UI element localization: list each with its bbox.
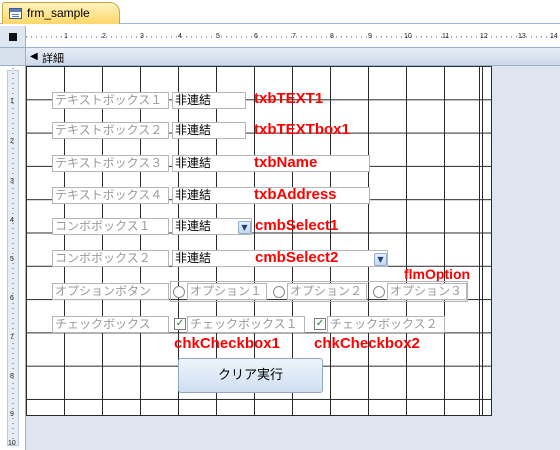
h-ruler-number: 1 — [64, 33, 68, 40]
v-ruler-number: 6 — [10, 295, 14, 302]
document-tab-label: frm_sample — [27, 6, 90, 20]
vertical-ruler[interactable]: 1 2 3 4 5 6 7 8 9 10 — [0, 48, 26, 450]
option2-label[interactable]: オプション２ — [287, 283, 367, 300]
check2-label[interactable]: チェックボックス２ — [327, 316, 445, 333]
h-ruler-number: 13 — [518, 33, 526, 40]
text1-annotation: txbTEXT1 — [254, 90, 324, 107]
detail-section-label: 詳細 — [42, 52, 64, 65]
text3-label[interactable]: テキストボックス３ — [52, 155, 169, 172]
h-ruler-number: 8 — [330, 33, 334, 40]
form-selector-box[interactable] — [0, 26, 26, 48]
v-ruler-number: 7 — [10, 334, 14, 341]
section-collapse-arrow-icon: ◀ — [30, 51, 38, 62]
combo1-label[interactable]: コンボボックス１ — [52, 218, 169, 235]
option1-radio[interactable] — [173, 286, 185, 298]
horizontal-ruler[interactable]: 1 2 3 4 5 6 7 8 9 10 11 12 13 14 — [26, 26, 560, 48]
form-icon — [9, 8, 22, 19]
text1-field[interactable]: 非連結 — [172, 92, 246, 109]
h-ruler-number: 12 — [480, 33, 488, 40]
document-tab[interactable]: frm_sample — [2, 2, 120, 24]
check-label[interactable]: チェックボックス — [52, 316, 169, 333]
combo2-dropdown-arrow-icon[interactable]: ▼ — [374, 253, 387, 266]
combo1-dropdown-arrow-icon[interactable]: ▼ — [238, 221, 251, 234]
option-frame-annotation: flmOption — [404, 266, 471, 282]
h-ruler-number: 2 — [102, 33, 106, 40]
h-ruler-number: 6 — [254, 33, 258, 40]
h-ruler-number: 5 — [216, 33, 220, 40]
option-label[interactable]: オプションボタン — [52, 283, 169, 300]
h-ruler-number: 14 — [550, 33, 558, 40]
v-ruler-number: 1 — [10, 98, 14, 105]
option1-label[interactable]: オプション１ — [187, 283, 267, 300]
combo2-label[interactable]: コンボボックス２ — [52, 250, 169, 267]
v-ruler-number: 8 — [10, 373, 14, 380]
text4-annotation: txbAddress — [254, 186, 337, 203]
clear-execute-button[interactable]: クリア実行 — [178, 358, 323, 393]
text2-label[interactable]: テキストボックス２ — [52, 122, 169, 139]
text1-label[interactable]: テキストボックス１ — [52, 92, 169, 109]
text4-label[interactable]: テキストボックス４ — [52, 187, 169, 204]
h-ruler-number: 10 — [404, 33, 412, 40]
h-ruler-number: 3 — [140, 33, 144, 40]
v-ruler-number: 9 — [10, 411, 14, 418]
text2-field[interactable]: 非連結 — [172, 122, 246, 139]
check2-checkbox[interactable]: ✓ — [314, 318, 326, 330]
vertical-ruler-ticks — [12, 68, 14, 448]
v-ruler-number: 5 — [10, 256, 14, 263]
detail-section-bar[interactable]: ◀ 詳細 — [26, 48, 560, 66]
v-ruler-number: 10 — [8, 440, 16, 447]
document-tab-strip: frm_sample — [0, 0, 560, 24]
check1-annotation: chkCheckbox1 — [174, 335, 280, 352]
check2-annotation: chkCheckbox2 — [314, 335, 420, 352]
h-ruler-number: 11 — [442, 33, 450, 40]
check1-checkbox[interactable]: ✓ — [174, 318, 186, 330]
option2-radio[interactable] — [273, 286, 285, 298]
v-ruler-number: 3 — [10, 178, 14, 185]
option3-label[interactable]: オプション３ — [387, 283, 467, 300]
v-ruler-number: 2 — [10, 138, 14, 145]
h-ruler-number: 9 — [368, 33, 372, 40]
combo2-annotation: cmbSelect2 — [255, 249, 339, 266]
h-ruler-number: 4 — [178, 33, 182, 40]
v-ruler-number: 4 — [10, 217, 14, 224]
h-ruler-number: 7 — [292, 33, 296, 40]
check1-label[interactable]: チェックボックス１ — [187, 316, 305, 333]
text3-annotation: txbName — [254, 154, 318, 171]
option3-radio[interactable] — [373, 286, 385, 298]
text2-annotation: txbTEXTbox1 — [254, 121, 350, 138]
combo1-annotation: cmbSelect1 — [255, 217, 339, 234]
